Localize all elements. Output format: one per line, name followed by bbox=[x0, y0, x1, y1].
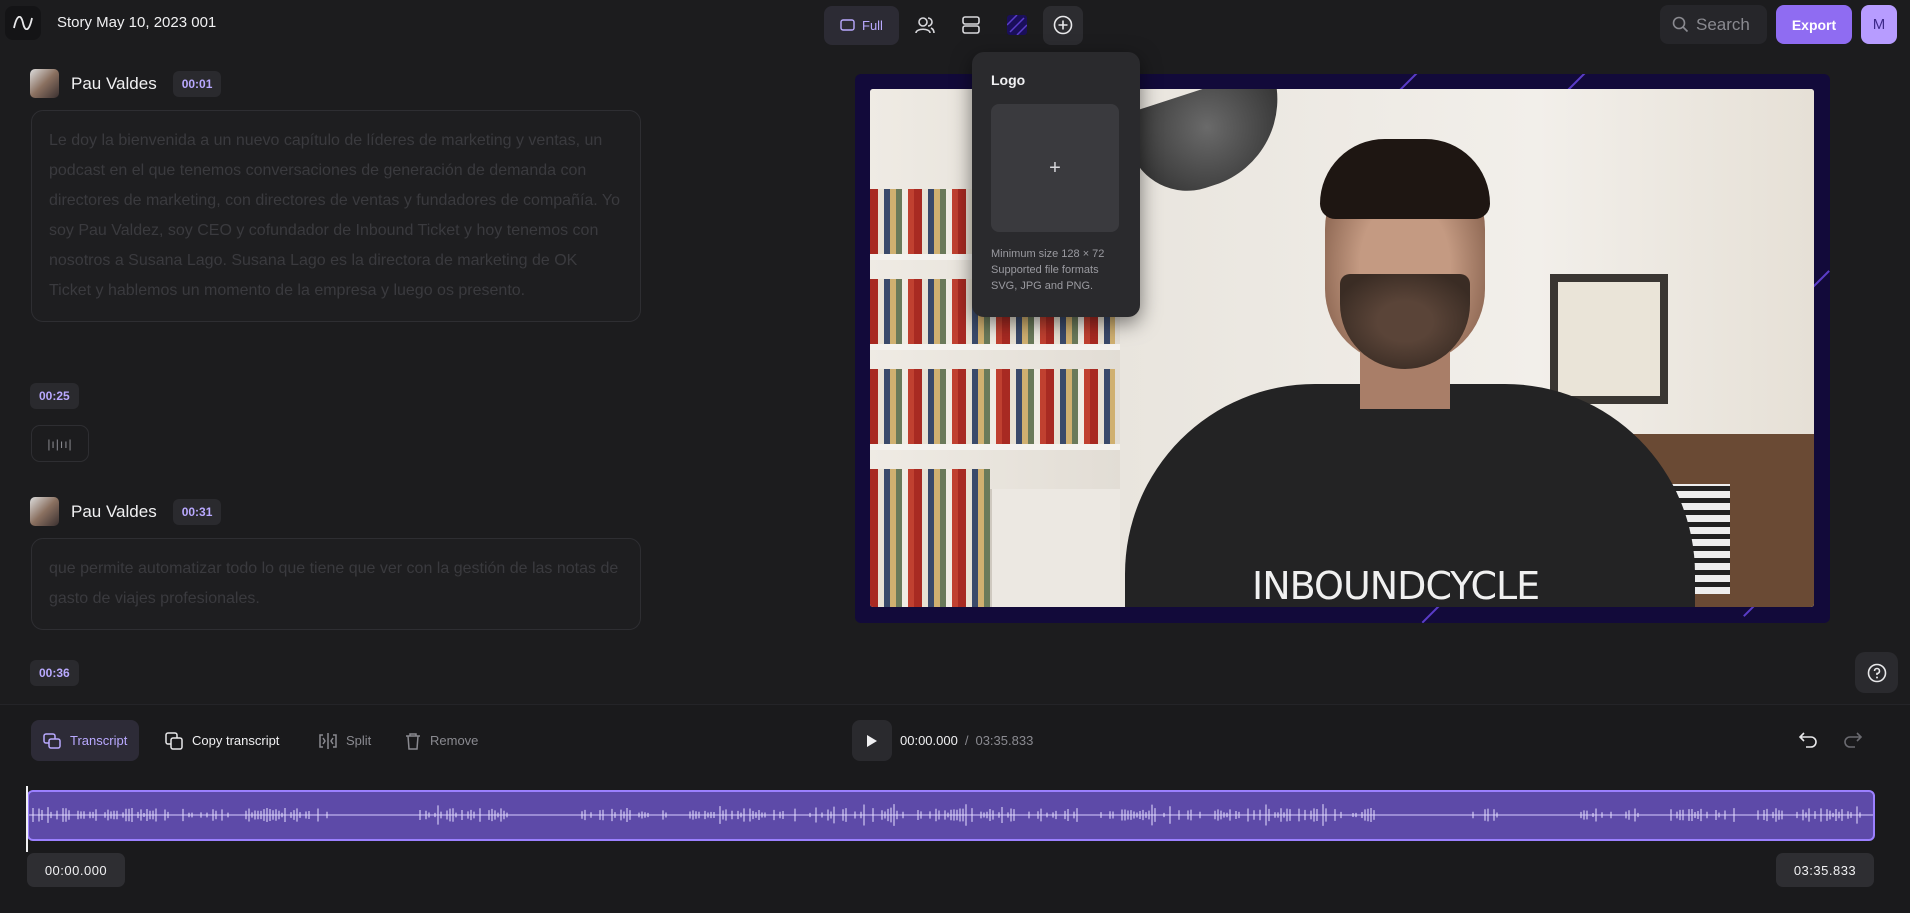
export-button[interactable]: Export bbox=[1776, 5, 1852, 44]
layers-icon bbox=[962, 16, 980, 34]
speaker-row: Pau Valdes 00:31 bbox=[30, 497, 222, 526]
layout-icon bbox=[840, 19, 855, 31]
top-bar: Story May 10, 2023 001 Full Search Expor… bbox=[0, 0, 1910, 46]
pause-row: 00:25 bbox=[30, 383, 79, 409]
logo-hint-formats: Supported file formats bbox=[991, 264, 1099, 276]
speakers-icon bbox=[915, 17, 935, 34]
total-duration: 03:35.833 bbox=[975, 733, 1034, 748]
search-label: Search bbox=[1696, 14, 1750, 34]
timeline-panel: Transcript Copy transcript Split Remove … bbox=[0, 704, 1910, 913]
transcript-tab-label: Transcript bbox=[70, 733, 128, 748]
transcript-icon bbox=[43, 732, 61, 749]
time-separator: / bbox=[964, 733, 969, 748]
audio-waveform[interactable] bbox=[27, 790, 1875, 841]
transcript-tab-button[interactable]: Transcript bbox=[31, 720, 140, 761]
undo-icon bbox=[1798, 732, 1817, 748]
scene-shelf bbox=[870, 344, 1120, 350]
help-button[interactable] bbox=[1855, 652, 1898, 693]
segment-timestamp[interactable]: 00:01 bbox=[172, 70, 222, 97]
remove-button[interactable]: Remove bbox=[393, 720, 490, 761]
waveform-graphic bbox=[29, 804, 1873, 826]
current-time: 00:00.000 bbox=[900, 733, 958, 748]
scene-books bbox=[870, 469, 990, 607]
speaker-name[interactable]: Pau Valdes bbox=[71, 502, 157, 522]
trash-icon bbox=[406, 732, 420, 750]
transcript-segment[interactable]: Le doy la bienvenida a un nuevo capítulo… bbox=[31, 110, 641, 322]
scene-cabinet bbox=[990, 489, 1125, 607]
logo-upload-button[interactable]: + bbox=[991, 104, 1119, 232]
layout-full-label: Full bbox=[862, 17, 883, 33]
add-icon bbox=[1053, 15, 1073, 35]
start-timecode[interactable]: 00:00.000 bbox=[27, 853, 125, 887]
speaker-row: Pau Valdes 00:01 bbox=[30, 69, 222, 98]
pause-timestamp[interactable]: 00:36 bbox=[30, 660, 79, 686]
shirt-brand-text: INBOUNDCYCLE bbox=[1252, 564, 1540, 607]
redo-icon bbox=[1844, 732, 1863, 748]
pause-row: 00:36 bbox=[30, 660, 79, 686]
app-logo-button[interactable] bbox=[5, 6, 41, 40]
speaker-avatar bbox=[30, 69, 59, 98]
logo-hint-size: Minimum size 128 × 72 bbox=[991, 248, 1105, 260]
story-title[interactable]: Story May 10, 2023 001 bbox=[57, 14, 216, 31]
playhead[interactable] bbox=[26, 786, 28, 852]
split-button[interactable]: Split bbox=[307, 720, 383, 761]
plus-icon: + bbox=[1049, 156, 1061, 179]
help-icon bbox=[1867, 663, 1886, 682]
editor-toolbar: Full bbox=[824, 5, 1083, 45]
end-timecode[interactable]: 03:35.833 bbox=[1776, 853, 1874, 887]
search-button[interactable]: Search bbox=[1660, 5, 1767, 44]
segment-timestamp[interactable]: 00:31 bbox=[172, 498, 222, 525]
logo-popover-title: Logo bbox=[991, 72, 1026, 88]
play-icon bbox=[867, 734, 877, 747]
split-icon bbox=[319, 732, 337, 749]
speaker-name[interactable]: Pau Valdes bbox=[71, 74, 157, 94]
undo-button[interactable] bbox=[1795, 727, 1821, 753]
background-swatch-icon bbox=[1006, 15, 1027, 35]
redo-button[interactable] bbox=[1840, 727, 1866, 753]
copy-transcript-label: Copy transcript bbox=[192, 733, 280, 748]
playback-time: 00:00.000 / 03:35.833 bbox=[900, 733, 1033, 748]
scene-picture bbox=[1550, 274, 1668, 404]
search-icon bbox=[1672, 16, 1689, 33]
speaker-avatar bbox=[30, 497, 59, 526]
pause-marker[interactable]: |ı|ıı| bbox=[31, 425, 89, 462]
remove-label: Remove bbox=[430, 733, 479, 748]
transcript-segment[interactable]: que permite automatizar todo lo que tien… bbox=[31, 538, 641, 630]
layers-button[interactable] bbox=[951, 6, 991, 45]
background-button[interactable] bbox=[997, 6, 1037, 45]
scene-shelf bbox=[870, 444, 1120, 450]
play-button[interactable] bbox=[852, 720, 892, 761]
logo-popover: Logo + Minimum size 128 × 72 Supported f… bbox=[972, 52, 1140, 317]
add-element-button[interactable] bbox=[1042, 5, 1083, 45]
scene-books bbox=[870, 369, 1115, 449]
split-label: Split bbox=[346, 733, 372, 748]
pause-timestamp[interactable]: 00:25 bbox=[30, 383, 79, 409]
speakers-button[interactable] bbox=[905, 6, 945, 45]
layout-full-button[interactable]: Full bbox=[824, 5, 899, 45]
copy-transcript-button[interactable]: Copy transcript bbox=[153, 720, 291, 761]
logo-hint: Minimum size 128 × 72 Supported file for… bbox=[991, 246, 1121, 294]
user-avatar[interactable]: M bbox=[1861, 5, 1897, 44]
logo-hint-types: SVG, JPG and PNG. bbox=[991, 280, 1094, 292]
copy-icon bbox=[165, 731, 183, 750]
app-logo-icon bbox=[13, 16, 33, 30]
